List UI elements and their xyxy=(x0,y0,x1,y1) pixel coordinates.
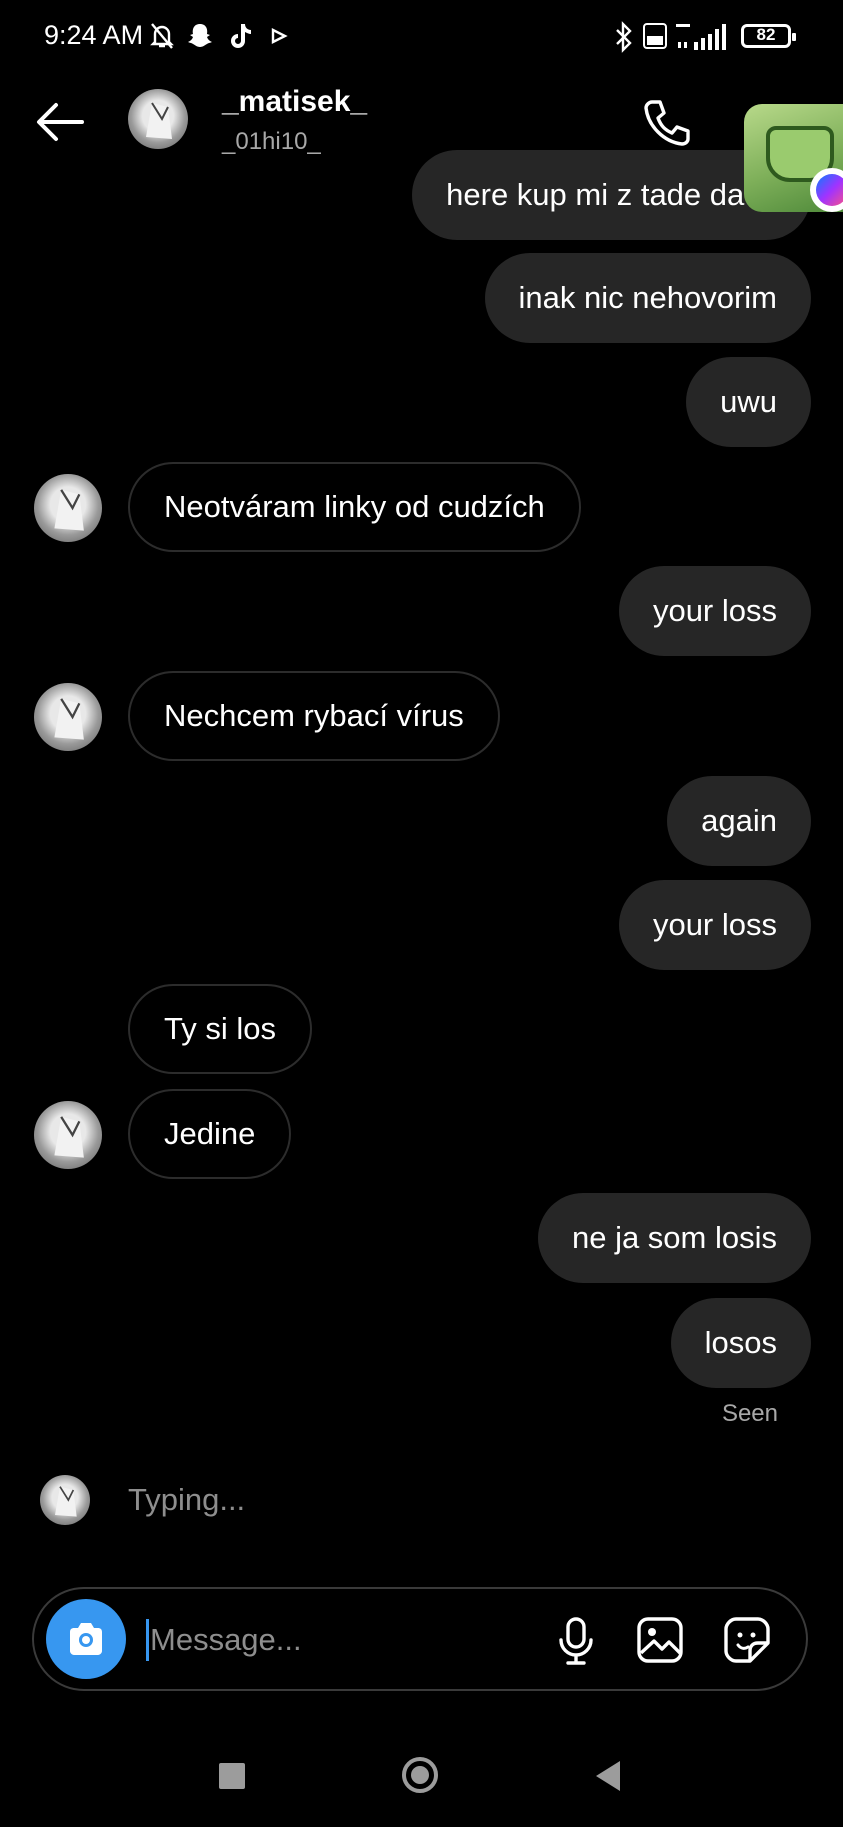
outgoing-message[interactable]: your loss xyxy=(618,566,811,656)
message-row: here kup mi z tade daco xyxy=(0,150,843,242)
battery-icon: 82 xyxy=(741,24,796,48)
sender-avatar[interactable] xyxy=(34,683,102,751)
outgoing-message[interactable]: your loss xyxy=(618,880,811,970)
nav-back-icon[interactable] xyxy=(596,1761,620,1791)
status-bar: 9:24 AM 82 xyxy=(0,0,843,72)
message-row: Nechcem rybací vírus xyxy=(0,671,843,763)
typing-indicator: Typing... xyxy=(0,1470,843,1530)
message-row: your loss xyxy=(0,880,843,972)
typing-label: Typing... xyxy=(128,1482,246,1517)
play-icon xyxy=(271,28,288,44)
seen-label: Seen xyxy=(721,1400,778,1427)
outgoing-message[interactable]: losos xyxy=(670,1298,811,1388)
outgoing-message[interactable]: again xyxy=(667,776,811,866)
message-row: inak nic nehovorim xyxy=(0,253,843,345)
microphone-icon[interactable] xyxy=(554,1616,598,1666)
battery-level: 82 xyxy=(756,25,776,44)
message-row: your loss xyxy=(0,566,843,658)
signal-4g-icon xyxy=(676,24,726,50)
dm-thread-screen: 9:24 AM 82 _matisek_ _01hi10_ here kup m… xyxy=(0,0,843,1827)
contact-name[interactable]: _matisek_ xyxy=(222,85,367,119)
contact-avatar[interactable] xyxy=(128,89,188,149)
message-composer xyxy=(32,1587,808,1691)
incoming-message[interactable]: Neotváram linky od cudzích xyxy=(128,462,581,552)
message-row: again xyxy=(0,776,843,868)
recents-icon[interactable] xyxy=(219,1763,245,1789)
typing-avatar xyxy=(40,1475,90,1525)
bell-off-icon xyxy=(150,23,174,49)
gallery-icon[interactable] xyxy=(635,1615,685,1665)
message-row: uwu xyxy=(0,357,843,449)
sender-avatar[interactable] xyxy=(34,1101,102,1169)
incoming-message[interactable]: Jedine xyxy=(128,1089,292,1179)
phone-icon[interactable] xyxy=(640,96,694,150)
outgoing-message[interactable]: ne ja som losis xyxy=(537,1193,811,1283)
message-row: Neotváram linky od cudzích xyxy=(0,462,843,554)
camera-icon xyxy=(70,1623,102,1655)
volte-icon xyxy=(643,23,667,49)
camera-button[interactable] xyxy=(46,1599,126,1679)
system-nav-bar xyxy=(0,1727,843,1827)
message-row: losos xyxy=(0,1298,843,1390)
message-row: Ty si los xyxy=(0,984,843,1076)
message-row: ne ja som losis xyxy=(0,1193,843,1285)
tiktok-icon xyxy=(231,24,251,48)
sender-avatar[interactable] xyxy=(34,474,102,542)
bluetooth-icon xyxy=(616,21,632,53)
message-row: Jedine xyxy=(0,1089,843,1181)
back-arrow-icon[interactable] xyxy=(34,100,86,144)
snapchat-icon xyxy=(188,24,212,47)
incoming-message[interactable]: Nechcem rybací vírus xyxy=(128,671,500,761)
status-time: 9:24 AM xyxy=(44,20,144,50)
outgoing-message[interactable]: uwu xyxy=(686,357,811,447)
home-icon[interactable] xyxy=(402,1757,438,1793)
incoming-message[interactable]: Ty si los xyxy=(128,984,312,1074)
sticker-icon[interactable] xyxy=(722,1615,772,1665)
message-input[interactable] xyxy=(148,1609,452,1671)
outgoing-message[interactable]: inak nic nehovorim xyxy=(484,253,811,343)
